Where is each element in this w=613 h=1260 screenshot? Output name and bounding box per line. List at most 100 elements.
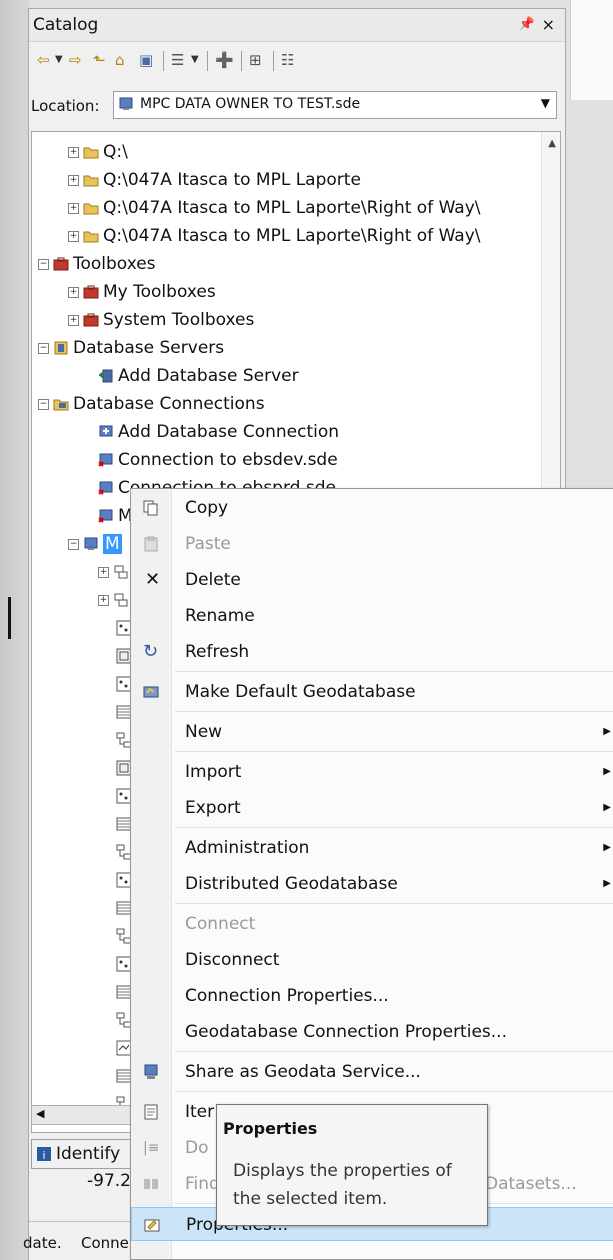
database-servers-icon [53,340,69,356]
expand-icon[interactable]: + [98,594,109,606]
menu-item-label: Connect [185,914,256,934]
location-dropdown[interactable]: MPC DATA OWNER TO TEST.sde ▼ [113,91,557,119]
tree-item-database-servers[interactable]: − Database Servers [38,334,224,362]
database-connection-error-icon [98,452,114,468]
identify-tab-label: Identify [56,1144,121,1164]
menu-item-administration[interactable]: Administration ▶ [131,831,613,865]
add-database-connection-icon [98,424,114,440]
menu-item-disconnect[interactable]: Disconnect [131,943,613,977]
menu-separator [175,711,613,712]
tree-item-database-connections[interactable]: − Database Connections [38,390,265,418]
menu-item-connect[interactable]: Connect [131,907,613,941]
view-dropdown-icon[interactable]: ▼ [191,49,199,71]
expand-icon[interactable]: + [68,230,79,242]
properties-icon [144,1217,160,1233]
tree-item-label: Connection to ebsdev.sde [118,450,338,470]
toggle-contents-icon[interactable]: ⊞ [249,49,262,71]
menu-item-distributed-geodatabase[interactable]: Distributed Geodatabase ▶ [131,867,613,901]
share-icon [143,1064,159,1080]
collapse-icon[interactable]: − [38,398,49,410]
toolbar-separator [273,51,274,71]
menu-item-copy[interactable]: Copy [131,491,613,525]
tree-item-label: My Toolboxes [103,282,216,302]
collapse-icon[interactable]: − [68,538,79,550]
menu-item-make-default-geodatabase[interactable]: Make Default Geodatabase [131,675,613,709]
horizontal-scrollbar[interactable]: ◀ [31,1105,137,1125]
database-connection-icon [83,536,99,552]
tree-item[interactable]: Add Database Server [98,362,299,390]
dropdown-arrow-icon[interactable]: ▼ [541,96,550,110]
menu-item-refresh[interactable]: ↻ Refresh [131,635,613,669]
menu-item-import[interactable]: Import ▶ [131,755,613,789]
tree-item[interactable]: M [98,502,133,530]
up-one-level-icon[interactable]: ⬑ [93,49,106,71]
expand-icon[interactable]: + [68,174,79,186]
tree-item-label: Q:\047A Itasca to MPL Laporte\Right of W… [103,226,481,246]
close-icon[interactable]: × [542,15,555,34]
folder-icon [83,228,99,244]
collapse-icon[interactable]: − [38,342,49,354]
menu-separator [175,903,613,904]
new-folder-icon[interactable]: ➕ [215,49,234,71]
expand-icon[interactable]: + [68,202,79,214]
submenu-arrow-icon: ▶ [603,842,611,853]
back-arrow-icon[interactable]: ⇦ [37,49,50,71]
menu-item-label: Distributed Geodatabase [185,874,398,894]
menu-item-label: Export [185,798,241,818]
expand-icon[interactable]: + [68,286,79,298]
database-connections-icon [53,396,69,412]
menu-item-paste[interactable]: Paste [131,527,613,561]
home-icon[interactable]: ⌂ [115,49,125,71]
menu-item-label: Iter [185,1102,215,1122]
menu-item-export[interactable]: Export ▶ [131,791,613,825]
connect-folder-icon[interactable]: ▣ [139,49,153,71]
menu-item-new[interactable]: New ▶ [131,715,613,749]
tree-item-label: System Toolboxes [103,310,255,330]
identify-tab[interactable]: i Identify [31,1139,143,1169]
tree-item[interactable]: + Q:\047A Itasca to MPL Laporte\Right of … [68,194,481,222]
tree-item-selected[interactable]: − M [68,530,122,558]
back-dropdown-icon[interactable]: ▼ [55,49,63,71]
pin-icon[interactable]: 📌 [519,17,535,32]
menu-item-label: Administration [185,838,310,858]
expand-icon[interactable]: + [68,146,79,158]
tree-item[interactable]: + [98,586,129,614]
menu-item-label: Import [185,762,242,782]
status-text: Conne [81,1234,129,1252]
default-geodatabase-icon [143,684,159,700]
tree-item[interactable]: Connection to ebsdev.sde [98,446,338,474]
tree-item[interactable]: + Q:\047A Itasca to MPL Laporte [68,166,361,194]
toolbar-separator [207,51,208,71]
view-icon[interactable]: ☰ [171,49,184,71]
submenu-arrow-icon: ▶ [603,766,611,777]
menu-item-label: Share as Geodata Service... [185,1062,421,1082]
menu-separator [175,827,613,828]
menu-item-connection-properties[interactable]: Connection Properties... [131,979,613,1013]
tree-item[interactable]: + Q:\047A Itasca to MPL Laporte\Right of … [68,222,481,250]
scroll-up-arrow-icon[interactable]: ▲ [548,138,556,149]
menu-item-geodatabase-connection-properties[interactable]: Geodatabase Connection Properties... [131,1015,613,1049]
tree-item[interactable]: Add Database Connection [98,418,339,446]
menu-item-share-as-geodata-service[interactable]: Share as Geodata Service... [131,1055,613,1089]
menu-item-rename[interactable]: Rename [131,599,613,633]
tree-item[interactable]: + System Toolboxes [68,306,254,334]
tree-item-label: Database Connections [73,394,265,414]
options-icon[interactable]: ☷ [281,49,294,71]
expand-icon[interactable]: + [98,566,109,578]
tree-item[interactable]: + My Toolboxes [68,278,216,306]
tree-item-toolboxes[interactable]: − Toolboxes [38,250,156,278]
expand-icon[interactable]: + [68,314,79,326]
forward-arrow-icon[interactable]: ⇨ [69,49,82,71]
collapse-icon[interactable]: − [38,258,49,270]
menu-item-label: Connection Properties... [185,986,389,1006]
menu-item-label: New [185,722,223,742]
tree-item-label: M [103,534,122,554]
menu-item-label: Geodatabase Connection Properties... [185,1022,507,1042]
menu-item-delete[interactable]: ✕ Delete [131,563,613,597]
tree-item[interactable]: + [98,558,129,586]
menu-separator [175,1091,613,1092]
scroll-left-arrow-icon[interactable]: ◀ [36,1107,44,1120]
tree-item[interactable]: + Q:\ [68,138,128,166]
catalog-toolbar: ⇦ ▼ ⇨ ⬑ ⌂ ▣ ☰ ▼ ➕ ⊞ ☷ [29,45,565,77]
folder-icon [83,200,99,216]
